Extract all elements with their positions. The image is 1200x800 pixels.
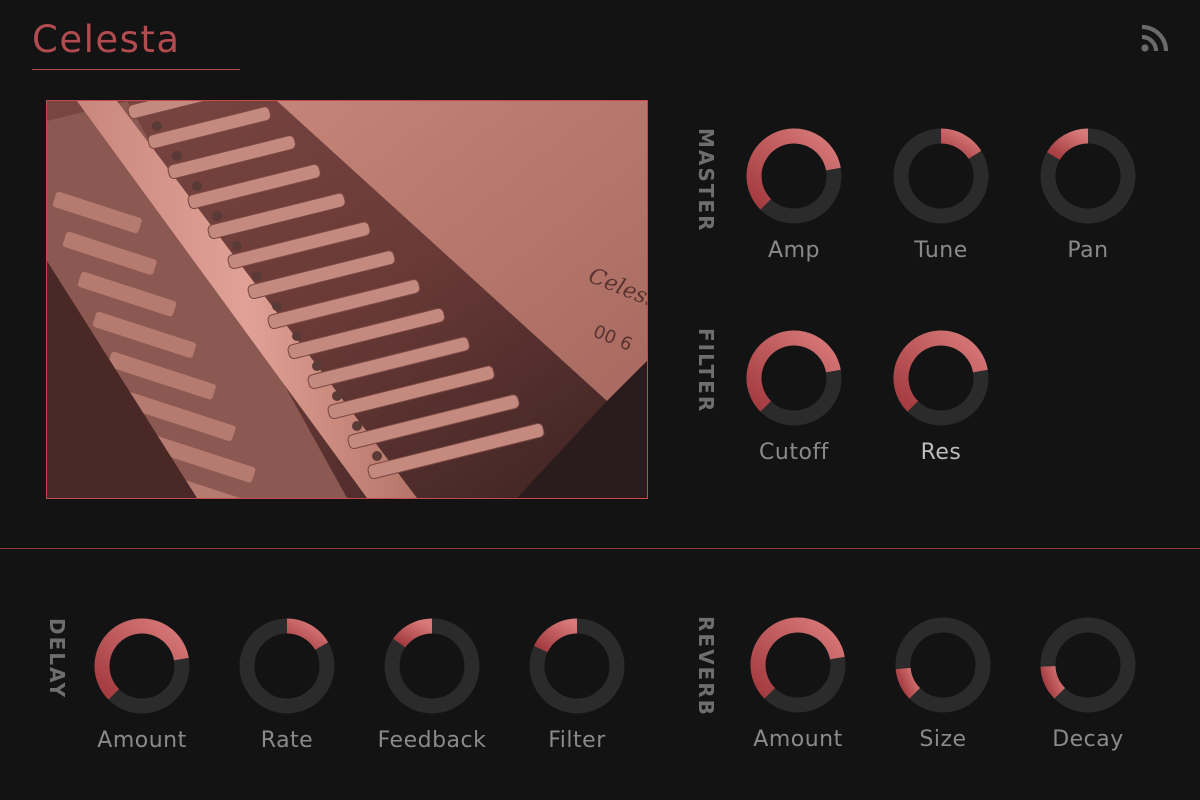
section-label-reverb: REVERB: [694, 616, 718, 717]
knob-cutoff[interactable]: [746, 330, 842, 426]
knob-value-arc: [940, 128, 982, 160]
knob-pan[interactable]: [1040, 128, 1136, 224]
knob-delay-filter[interactable]: [529, 618, 625, 714]
knob-value-arc: [895, 667, 921, 699]
section-label-delay: DELAY: [45, 618, 69, 700]
section-label-master: MASTER: [694, 128, 718, 233]
knob-value-arc: [1040, 665, 1066, 699]
title-underline: [32, 69, 240, 70]
knob-amp[interactable]: [746, 128, 842, 224]
knob-size[interactable]: [895, 617, 991, 713]
knob-feedback[interactable]: [384, 618, 480, 714]
knob-label-feedback: Feedback: [377, 728, 487, 753]
knob-label-amp: Amp: [768, 238, 820, 263]
knob-value-arc: [1046, 128, 1089, 161]
knob-label-pan: Pan: [1067, 238, 1109, 263]
knob-label-reverb-amount: Amount: [753, 727, 843, 752]
knob-label-delay-filter: Filter: [548, 728, 606, 753]
section-divider: [0, 548, 1200, 549]
app-title: Celesta: [32, 18, 181, 61]
knob-label-decay: Decay: [1052, 727, 1124, 752]
knob-decay[interactable]: [1040, 617, 1136, 713]
knob-label-cutoff: Cutoff: [759, 440, 829, 465]
knob-value-arc: [393, 618, 433, 648]
section-label-filter: FILTER: [694, 328, 718, 414]
knob-value-arc: [533, 618, 578, 653]
knob-label-size: Size: [919, 727, 967, 752]
knob-res[interactable]: [893, 330, 989, 426]
knob-label-res: Res: [920, 440, 962, 465]
instrument-photo: Celesta 00 6: [46, 100, 648, 499]
knob-reverb-amount[interactable]: [750, 617, 846, 713]
knob-label-tune: Tune: [914, 238, 968, 263]
knob-tune[interactable]: [893, 128, 989, 224]
rss-icon[interactable]: [1141, 24, 1169, 52]
knob-rate[interactable]: [239, 618, 335, 714]
knob-label-rate: Rate: [260, 728, 314, 753]
knob-delay-amount[interactable]: [94, 618, 190, 714]
knob-value-arc: [286, 618, 329, 651]
knob-label-delay-amount: Amount: [97, 728, 187, 753]
